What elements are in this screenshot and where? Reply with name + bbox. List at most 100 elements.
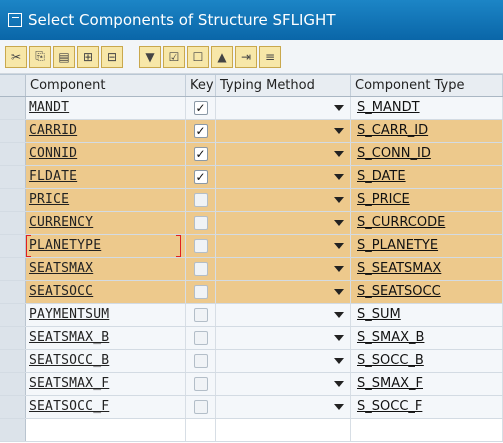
row-selector[interactable] xyxy=(0,166,26,188)
dropdown-arrow-icon[interactable] xyxy=(334,312,344,318)
typing-method-cell[interactable] xyxy=(216,212,351,234)
key-cell[interactable] xyxy=(186,304,216,326)
dropdown-arrow-icon[interactable] xyxy=(334,151,344,157)
key-checkbox[interactable] xyxy=(193,354,208,368)
key-cell[interactable]: ✓ xyxy=(186,120,216,142)
table-row[interactable]: PAYMENTSUM S_SUM xyxy=(0,304,503,327)
component-name-cell[interactable]: PRICE xyxy=(26,189,186,211)
key-checkbox[interactable]: ✓ xyxy=(193,147,208,161)
component-name-cell[interactable]: CARRID xyxy=(26,120,186,142)
component-name-cell[interactable]: SEATSOCC xyxy=(26,281,186,303)
insert-row-icon[interactable]: ⊞ xyxy=(77,45,99,68)
select-all-column-header[interactable] xyxy=(0,75,26,96)
component-name-cell[interactable] xyxy=(26,419,186,441)
key-cell[interactable] xyxy=(186,350,216,372)
dropdown-arrow-icon[interactable] xyxy=(334,289,344,295)
column-header-typing-method[interactable]: Typing Method xyxy=(216,75,351,96)
sort-icon[interactable]: ▲ xyxy=(211,45,233,68)
key-checkbox[interactable] xyxy=(193,216,208,230)
typing-method-cell[interactable] xyxy=(216,350,351,372)
dropdown-arrow-icon[interactable] xyxy=(334,404,344,410)
key-cell[interactable]: ✓ xyxy=(186,97,216,119)
details-icon[interactable]: ≡ xyxy=(259,45,281,68)
typing-method-cell[interactable] xyxy=(216,373,351,395)
key-checkbox[interactable] xyxy=(193,308,208,322)
component-name-cell[interactable]: PLANETYPE xyxy=(26,235,186,257)
table-row[interactable]: MANDT ✓ S_MANDT xyxy=(0,97,503,120)
component-type-cell[interactable]: S_CARR_ID xyxy=(351,120,503,142)
row-selector[interactable] xyxy=(0,304,26,326)
key-checkbox[interactable]: ✓ xyxy=(193,124,208,138)
dropdown-arrow-icon[interactable] xyxy=(334,197,344,203)
dropdown-arrow-icon[interactable] xyxy=(334,335,344,341)
component-type-cell[interactable]: S_CONN_ID xyxy=(351,143,503,165)
key-checkbox[interactable]: ✓ xyxy=(193,101,208,115)
row-selector[interactable] xyxy=(0,189,26,211)
copy-icon[interactable]: ⎘ xyxy=(29,45,51,68)
typing-method-cell[interactable] xyxy=(216,120,351,142)
key-cell[interactable] xyxy=(186,327,216,349)
component-type-cell[interactable]: S_PRICE xyxy=(351,189,503,211)
key-checkbox[interactable] xyxy=(193,193,208,207)
component-type-cell[interactable]: S_SEATSOCC xyxy=(351,281,503,303)
typing-method-cell[interactable] xyxy=(216,97,351,119)
column-header-component-type[interactable]: Component Type xyxy=(351,75,503,96)
row-selector[interactable] xyxy=(0,235,26,257)
component-type-cell[interactable]: S_CURRCODE xyxy=(351,212,503,234)
typing-method-cell[interactable] xyxy=(216,396,351,418)
component-name-cell[interactable]: SEATSOCC_B xyxy=(26,350,186,372)
key-checkbox[interactable]: ✓ xyxy=(193,170,208,184)
column-header-key[interactable]: Key xyxy=(186,75,216,96)
dropdown-arrow-icon[interactable] xyxy=(334,174,344,180)
key-cell[interactable] xyxy=(186,373,216,395)
component-type-cell[interactable]: S_SMAX_B xyxy=(351,327,503,349)
table-row[interactable]: SEATSOCC_F S_SOCC_F xyxy=(0,396,503,419)
row-selector[interactable] xyxy=(0,258,26,280)
row-selector[interactable] xyxy=(0,327,26,349)
table-row[interactable]: PLANETYPE S_PLANETYE xyxy=(0,235,503,258)
dropdown-arrow-icon[interactable] xyxy=(334,266,344,272)
component-type-cell[interactable]: S_SMAX_F xyxy=(351,373,503,395)
table-row[interactable]: FLDATE ✓ S_DATE xyxy=(0,166,503,189)
table-row[interactable]: SEATSMAX_B S_SMAX_B xyxy=(0,327,503,350)
component-type-cell[interactable] xyxy=(351,419,503,441)
dropdown-arrow-icon[interactable] xyxy=(334,105,344,111)
key-checkbox[interactable] xyxy=(193,239,208,253)
component-name-cell[interactable]: SEATSMAX xyxy=(26,258,186,280)
empty-row[interactable] xyxy=(0,419,503,442)
filter-icon[interactable]: ▼ xyxy=(139,45,161,68)
key-cell[interactable] xyxy=(186,212,216,234)
row-selector[interactable] xyxy=(0,281,26,303)
key-cell[interactable] xyxy=(186,189,216,211)
row-selector[interactable] xyxy=(0,120,26,142)
component-name-cell[interactable]: SEATSOCC_F xyxy=(26,396,186,418)
key-checkbox[interactable] xyxy=(193,262,208,276)
typing-method-cell[interactable] xyxy=(216,143,351,165)
export-icon[interactable]: ⇥ xyxy=(235,45,257,68)
key-cell[interactable]: ✓ xyxy=(186,166,216,188)
row-selector[interactable] xyxy=(0,350,26,372)
table-row[interactable]: SEATSOCC_B S_SOCC_B xyxy=(0,350,503,373)
row-selector[interactable] xyxy=(0,373,26,395)
typing-method-cell[interactable] xyxy=(216,258,351,280)
component-name-cell[interactable]: SEATSMAX_F xyxy=(26,373,186,395)
table-row[interactable]: SEATSMAX S_SEATSMAX xyxy=(0,258,503,281)
component-type-cell[interactable]: S_SOCC_F xyxy=(351,396,503,418)
typing-method-cell[interactable] xyxy=(216,235,351,257)
row-selector[interactable] xyxy=(0,419,26,441)
table-row[interactable]: CONNID ✓ S_CONN_ID xyxy=(0,143,503,166)
typing-method-cell[interactable] xyxy=(216,166,351,188)
typing-method-cell[interactable] xyxy=(216,419,351,441)
key-cell[interactable] xyxy=(186,281,216,303)
delete-row-icon[interactable]: ⊟ xyxy=(101,45,123,68)
key-checkbox[interactable] xyxy=(193,400,208,414)
typing-method-cell[interactable] xyxy=(216,304,351,326)
component-name-cell[interactable]: PAYMENTSUM xyxy=(26,304,186,326)
component-type-cell[interactable]: S_PLANETYE xyxy=(351,235,503,257)
table-row[interactable]: PRICE S_PRICE xyxy=(0,189,503,212)
key-checkbox[interactable] xyxy=(193,377,208,391)
key-cell[interactable] xyxy=(186,235,216,257)
component-type-cell[interactable]: S_SEATSMAX xyxy=(351,258,503,280)
typing-method-cell[interactable] xyxy=(216,327,351,349)
dropdown-arrow-icon[interactable] xyxy=(334,243,344,249)
